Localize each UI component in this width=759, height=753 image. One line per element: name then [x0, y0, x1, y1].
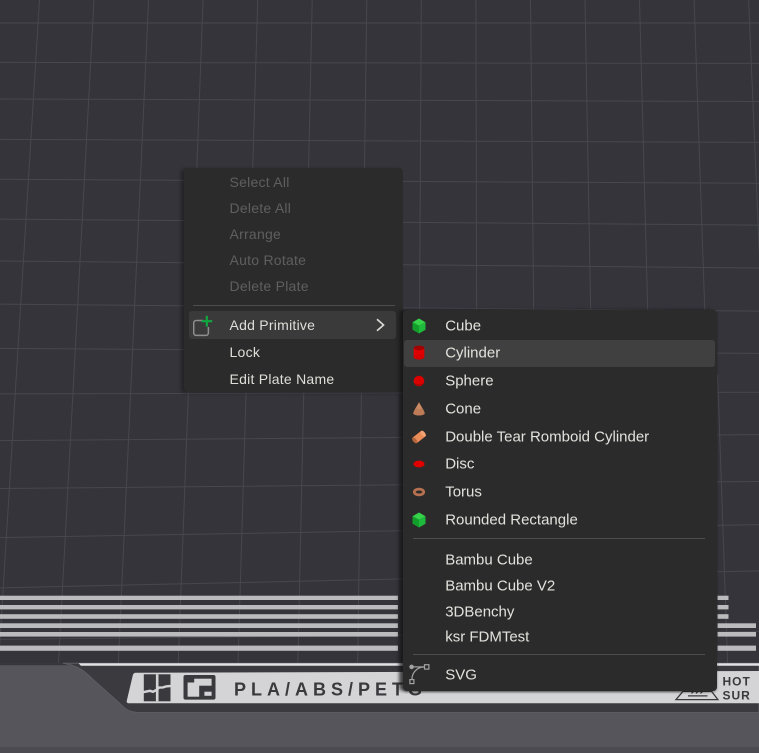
- svg-text:PLA/ABS/PETG: PLA/ABS/PETG: [234, 680, 427, 700]
- svg-text:HOT: HOT: [723, 674, 751, 688]
- svg-text:SUR: SUR: [723, 689, 751, 703]
